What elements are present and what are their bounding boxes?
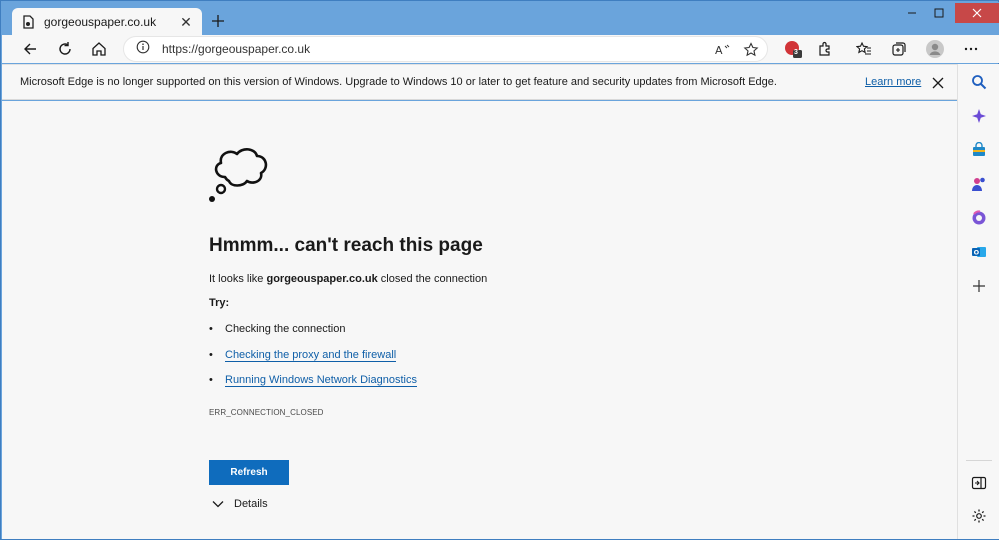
tip-text: Checking the connection [225, 323, 346, 335]
games-icon[interactable] [967, 172, 991, 196]
tab-title: gorgeouspaper.co.uk [44, 15, 157, 29]
svg-text:O: O [974, 249, 980, 257]
more-options-icon[interactable] [959, 37, 983, 61]
back-icon[interactable] [18, 37, 42, 61]
toolbar: https://gorgeouspaper.co.uk A 3 [2, 35, 999, 63]
tab-close-icon[interactable]: ✕ [178, 14, 194, 30]
info-icon[interactable] [136, 40, 150, 59]
settings-icon[interactable] [967, 504, 991, 528]
network-diagnostics-link[interactable]: Running Windows Network Diagnostics [225, 374, 417, 387]
refresh-icon[interactable] [53, 37, 77, 61]
profile-avatar-icon[interactable] [923, 37, 947, 61]
tab-active[interactable]: gorgeouspaper.co.uk ✕ [12, 8, 202, 36]
error-description: It looks like gorgeouspaper.co.uk closed… [209, 273, 487, 285]
list-item: • Checking the proxy and the firewall [209, 349, 417, 375]
read-aloud-icon[interactable]: A [714, 41, 732, 59]
outlook-icon[interactable]: O [967, 240, 991, 264]
maximize-icon[interactable] [925, 3, 952, 23]
extension-badge: 3 [794, 49, 798, 56]
error-code: ERR_CONNECTION_CLOSED [209, 408, 324, 417]
desc-suffix: closed the connection [377, 273, 488, 285]
minimize-icon[interactable] [898, 3, 925, 23]
browser-window: gorgeouspaper.co.uk ✕ https://gorgeouspa… [0, 0, 999, 540]
bullet: • [209, 323, 213, 335]
desc-prefix: It looks like [209, 273, 267, 285]
unsupported-os-infobar: Microsoft Edge is no longer supported on… [2, 64, 957, 100]
host-name: gorgeouspaper.co.uk [266, 273, 378, 285]
broken-page-icon [20, 14, 36, 30]
tab-strip: gorgeouspaper.co.uk ✕ [2, 2, 999, 36]
plus-icon[interactable] [208, 11, 228, 31]
refresh-button[interactable]: Refresh [209, 460, 289, 485]
close-icon[interactable] [955, 3, 999, 23]
infobar-close-icon[interactable] [930, 75, 946, 91]
home-icon[interactable] [87, 37, 111, 61]
add-icon[interactable] [967, 274, 991, 298]
bullet: • [209, 348, 213, 361]
details-toggle[interactable]: Details [212, 498, 268, 510]
hide-sidebar-icon[interactable] [967, 471, 991, 495]
bullet: • [209, 374, 213, 386]
address-bar[interactable]: https://gorgeouspaper.co.uk A [123, 36, 768, 62]
shopping-icon[interactable] [967, 138, 991, 162]
extensions-icon[interactable] [813, 37, 837, 61]
url-text[interactable]: https://gorgeouspaper.co.uk [162, 42, 310, 56]
copilot-icon[interactable] [967, 104, 991, 128]
extension-adblock-icon[interactable]: 3 [781, 37, 805, 61]
learn-more-link[interactable]: Learn more [865, 76, 921, 88]
details-label: Details [234, 498, 268, 510]
try-label: Try: [209, 297, 230, 309]
list-item: • Checking the connection [209, 323, 417, 349]
list-item: • Running Windows Network Diagnostics [209, 374, 417, 400]
thought-cloud-icon [207, 143, 271, 210]
proxy-firewall-link[interactable]: Checking the proxy and the firewall [225, 349, 397, 362]
office-icon[interactable] [967, 206, 991, 230]
search-icon[interactable] [967, 70, 991, 94]
infobar-message: Microsoft Edge is no longer supported on… [20, 76, 777, 88]
edge-sidebar: O [957, 64, 999, 539]
svg-text:A: A [715, 44, 723, 57]
error-page: Hmmm... can't reach this page It looks l… [2, 101, 957, 539]
favorite-star-icon[interactable] [742, 41, 760, 59]
collections-icon[interactable] [887, 37, 911, 61]
sidebar-divider [966, 460, 992, 461]
suggestion-list: • Checking the connection • Checking the p… [209, 323, 417, 400]
favorites-icon[interactable] [852, 37, 876, 61]
page-title: Hmmm... can't reach this page [209, 235, 483, 256]
chevron-down-icon [212, 500, 224, 508]
